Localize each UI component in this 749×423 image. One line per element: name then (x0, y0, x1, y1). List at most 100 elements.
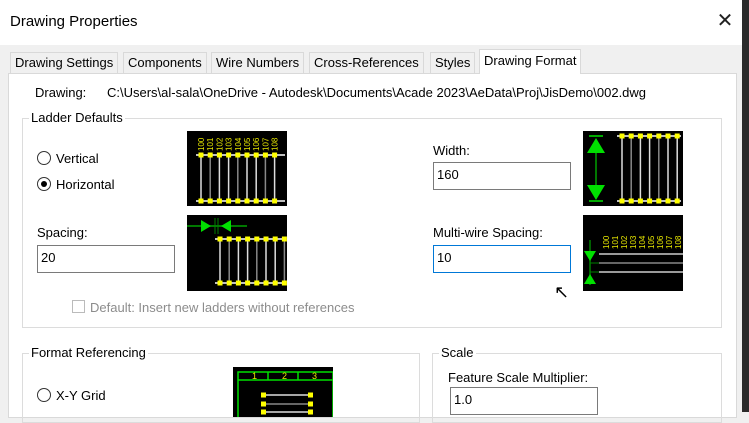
spacing-preview (187, 215, 287, 291)
wire-number-label: 106 (656, 235, 665, 249)
node (619, 198, 625, 204)
wire-number-label: 104 (234, 137, 243, 151)
wire-number-label: 108 (674, 235, 683, 249)
grid-column-label: 2 (282, 371, 287, 381)
node (308, 392, 313, 398)
node (656, 133, 662, 139)
node (235, 280, 241, 286)
node (262, 198, 268, 204)
arrow-right-icon (201, 220, 211, 232)
spacing-input[interactable]: 20 (37, 245, 175, 273)
node (253, 152, 259, 158)
wire-number-label: 103 (629, 235, 638, 249)
arrow-up-icon (587, 138, 605, 153)
node (263, 280, 269, 286)
feature-scale-label: Feature Scale Multiplier: (448, 370, 589, 385)
node (281, 236, 287, 242)
tab-drawing-format[interactable]: Drawing Format (479, 49, 582, 74)
drawing-label: Drawing: (35, 85, 87, 100)
multiwire-spacing-input[interactable]: 10 (433, 245, 571, 273)
window-edge (742, 0, 749, 412)
node (628, 198, 634, 204)
wire-number-label: 107 (665, 235, 674, 249)
node (647, 133, 653, 139)
node (647, 198, 653, 204)
wire-number-label: 102 (215, 137, 224, 151)
node (253, 198, 259, 204)
node (244, 152, 250, 158)
dialog-title: Drawing Properties (10, 13, 138, 30)
node (226, 198, 232, 204)
arrow-left-icon (221, 220, 231, 232)
node (628, 133, 634, 139)
close-icon[interactable]: ✕ (712, 8, 738, 34)
node (235, 152, 241, 158)
node (216, 152, 222, 158)
wire-number-label: 103 (225, 137, 234, 151)
wire-number-label: 101 (611, 235, 620, 249)
mouse-cursor-icon: ↖ (554, 282, 570, 302)
node (637, 198, 643, 204)
horizontal-label: Horizontal (56, 177, 115, 192)
node (207, 152, 213, 158)
wire-number-label: 100 (197, 137, 206, 151)
grid-column-label: 1 (252, 371, 257, 381)
default-no-references-label: Default: Insert new ladders without refe… (90, 300, 355, 315)
node (272, 198, 278, 204)
width-label: Width: (433, 143, 470, 158)
node (217, 280, 223, 286)
wire-number-label: 102 (620, 235, 629, 249)
xy-grid-radio[interactable] (37, 388, 51, 402)
wire-number-label: 101 (206, 137, 215, 151)
node (261, 401, 266, 407)
node (308, 401, 313, 407)
default-no-references-checkbox[interactable] (72, 300, 85, 313)
node (198, 152, 204, 158)
vertical-radio[interactable] (37, 151, 51, 165)
tab-wire-numbers[interactable]: Wire Numbers (211, 52, 305, 73)
node (254, 280, 260, 286)
node (198, 198, 204, 204)
node (308, 409, 313, 415)
node (665, 198, 671, 204)
node (226, 280, 232, 286)
scale-title: Scale (439, 345, 476, 360)
vertical-label: Vertical (56, 151, 99, 166)
node (235, 198, 241, 204)
wire-number-label: 107 (261, 137, 270, 151)
node (637, 133, 643, 139)
node (254, 236, 260, 242)
vertical-ladder-preview: 100 101 102 103 104 105 106 107 108 (187, 131, 287, 206)
format-referencing-title: Format Referencing (29, 345, 148, 360)
feature-scale-input[interactable]: 1.0 (450, 387, 598, 415)
tab-cross-references[interactable]: Cross-References (309, 52, 424, 73)
node (665, 133, 671, 139)
arrow-up-icon (584, 274, 596, 284)
node (281, 280, 287, 286)
node (674, 198, 680, 204)
node (272, 280, 278, 286)
node (207, 198, 213, 204)
tab-components[interactable]: Components (123, 52, 207, 73)
wire-number-label: 105 (647, 235, 656, 249)
wire-number-label: 108 (271, 137, 280, 151)
tab-drawing-settings[interactable]: Drawing Settings (10, 52, 119, 73)
node (216, 198, 222, 204)
node (244, 198, 250, 204)
wire-number-label: 100 (602, 235, 611, 249)
node (262, 152, 268, 158)
xy-grid-preview: 1 2 3 (233, 367, 333, 417)
node (235, 236, 241, 242)
tab-styles[interactable]: Styles (430, 52, 476, 73)
wire-number-label: 104 (638, 235, 647, 249)
multiwire-spacing-preview: 100 101 102 103 104 105 106 107 108 (583, 215, 683, 291)
width-input[interactable]: 160 (433, 162, 571, 190)
xy-grid-label: X-Y Grid (56, 388, 106, 403)
horizontal-radio[interactable] (37, 177, 51, 191)
node (272, 236, 278, 242)
node (226, 152, 232, 158)
node (226, 236, 232, 242)
node (261, 392, 266, 398)
node (245, 280, 251, 286)
spacing-label: Spacing: (37, 225, 88, 240)
